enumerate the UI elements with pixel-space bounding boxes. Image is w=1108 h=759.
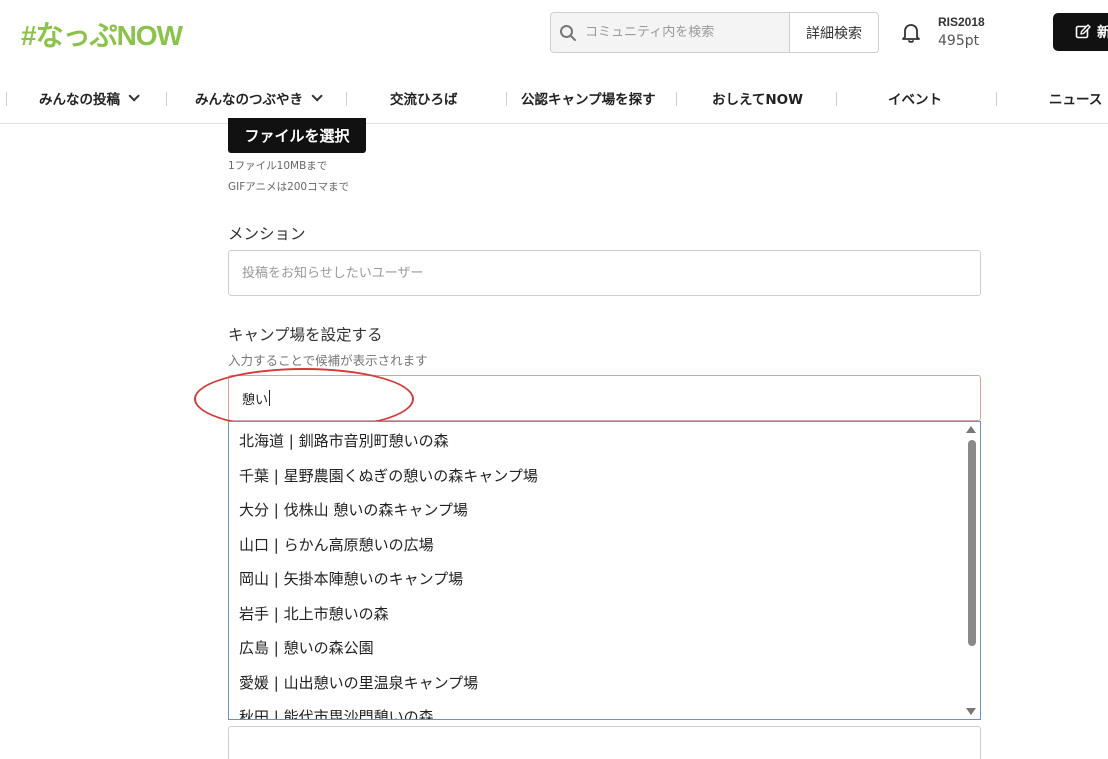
chevron-down-icon xyxy=(128,90,140,102)
suggestion-item[interactable]: 山口 | らかん高原憩いの広場 xyxy=(239,534,434,555)
nav-item-events[interactable]: イベント xyxy=(888,78,942,118)
nav-item-posts[interactable]: みんなの投稿 xyxy=(39,78,140,118)
suggestion-item[interactable]: 愛媛 | 山出憩いの里温泉キャンプ場 xyxy=(239,672,478,693)
suggestion-item[interactable]: 広島 | 憩いの森公園 xyxy=(239,637,374,658)
suggestion-item[interactable]: 岡山 | 矢掛本陣憩いのキャンプ場 xyxy=(239,568,463,589)
nav-item-label: みんなの投稿 xyxy=(39,92,120,108)
nav-divider xyxy=(676,92,677,106)
nav-item-oshiete[interactable]: おしえてNOW xyxy=(712,78,803,118)
suggestion-item[interactable]: 千葉 | 星野農園くぬぎの憩いの森キャンプ場 xyxy=(239,465,538,486)
nav-item-campsites[interactable]: 公認キャンプ場を探す xyxy=(521,78,656,118)
gif-frame-note: GIFアニメは200コマまで xyxy=(228,181,350,193)
scrollbar-thumb[interactable] xyxy=(968,440,976,646)
site-header: #なっぷNOW 詳細検索 RIS2018 495pt 新 みんなの投稿 xyxy=(0,0,1108,124)
text-caret xyxy=(269,390,271,406)
campsite-label: キャンプ場を設定する xyxy=(228,326,383,344)
main-nav: みんなの投稿 みんなのつぶやき 交流ひろば 公認キャンプ場を探す おしえてNOW… xyxy=(0,78,1108,118)
campsite-field[interactable]: 憩い xyxy=(228,375,981,421)
nav-divider xyxy=(166,92,167,106)
nav-item-news[interactable]: ニュース xyxy=(1049,78,1102,118)
new-post-button[interactable]: 新 xyxy=(1053,13,1108,51)
user-name[interactable]: RIS2018 xyxy=(938,15,985,29)
search-input[interactable] xyxy=(585,25,785,40)
choose-file-button[interactable]: ファイルを選択 xyxy=(228,118,366,153)
campsite-hint: 入力することで候補が表示されます xyxy=(228,353,428,368)
nav-divider xyxy=(836,92,837,106)
user-points: 495pt xyxy=(938,33,980,49)
suggestion-item[interactable]: 岩手 | 北上市憩いの森 xyxy=(239,603,389,624)
nav-item-tweets[interactable]: みんなのつぶやき xyxy=(195,78,323,118)
dropdown-scrollbar[interactable] xyxy=(963,422,980,719)
nav-divider xyxy=(506,92,507,106)
notification-bell-icon[interactable] xyxy=(899,20,923,44)
campsite-input-value[interactable]: 憩い xyxy=(242,389,268,408)
advanced-search-button[interactable]: 詳細検索 xyxy=(789,12,879,53)
nav-item-label: みんなのつぶやき xyxy=(195,92,303,108)
nav-item-plaza[interactable]: 交流ひろば xyxy=(390,78,458,118)
edit-icon xyxy=(1075,24,1091,39)
nav-divider xyxy=(346,92,347,106)
suggestion-item[interactable]: 大分 | 伐株山 憩いの森キャンプ場 xyxy=(239,499,468,520)
suggestion-item[interactable]: 秋田 | 能代市毘沙門憩いの森 xyxy=(239,706,434,719)
file-size-note: 1ファイル10MBまで xyxy=(228,160,328,172)
next-form-field[interactable] xyxy=(228,726,981,759)
nav-divider xyxy=(6,92,7,106)
mention-label: メンション xyxy=(228,225,306,243)
new-post-label: 新 xyxy=(1097,25,1108,41)
campsite-suggestions: 北海道 | 釧路市音別町憩いの森 千葉 | 星野農園くぬぎの憩いの森キャンプ場 … xyxy=(228,421,981,720)
scroll-down-arrow-icon[interactable] xyxy=(966,708,976,715)
mention-input[interactable] xyxy=(242,265,980,281)
nav-divider xyxy=(996,92,997,106)
search-icon xyxy=(551,24,585,42)
scroll-up-arrow-icon[interactable] xyxy=(966,426,976,433)
community-search xyxy=(550,12,790,53)
site-logo[interactable]: #なっぷNOW xyxy=(21,14,183,54)
chevron-down-icon xyxy=(311,90,323,102)
mention-field[interactable] xyxy=(228,250,981,296)
suggestion-item[interactable]: 北海道 | 釧路市音別町憩いの森 xyxy=(239,430,449,451)
